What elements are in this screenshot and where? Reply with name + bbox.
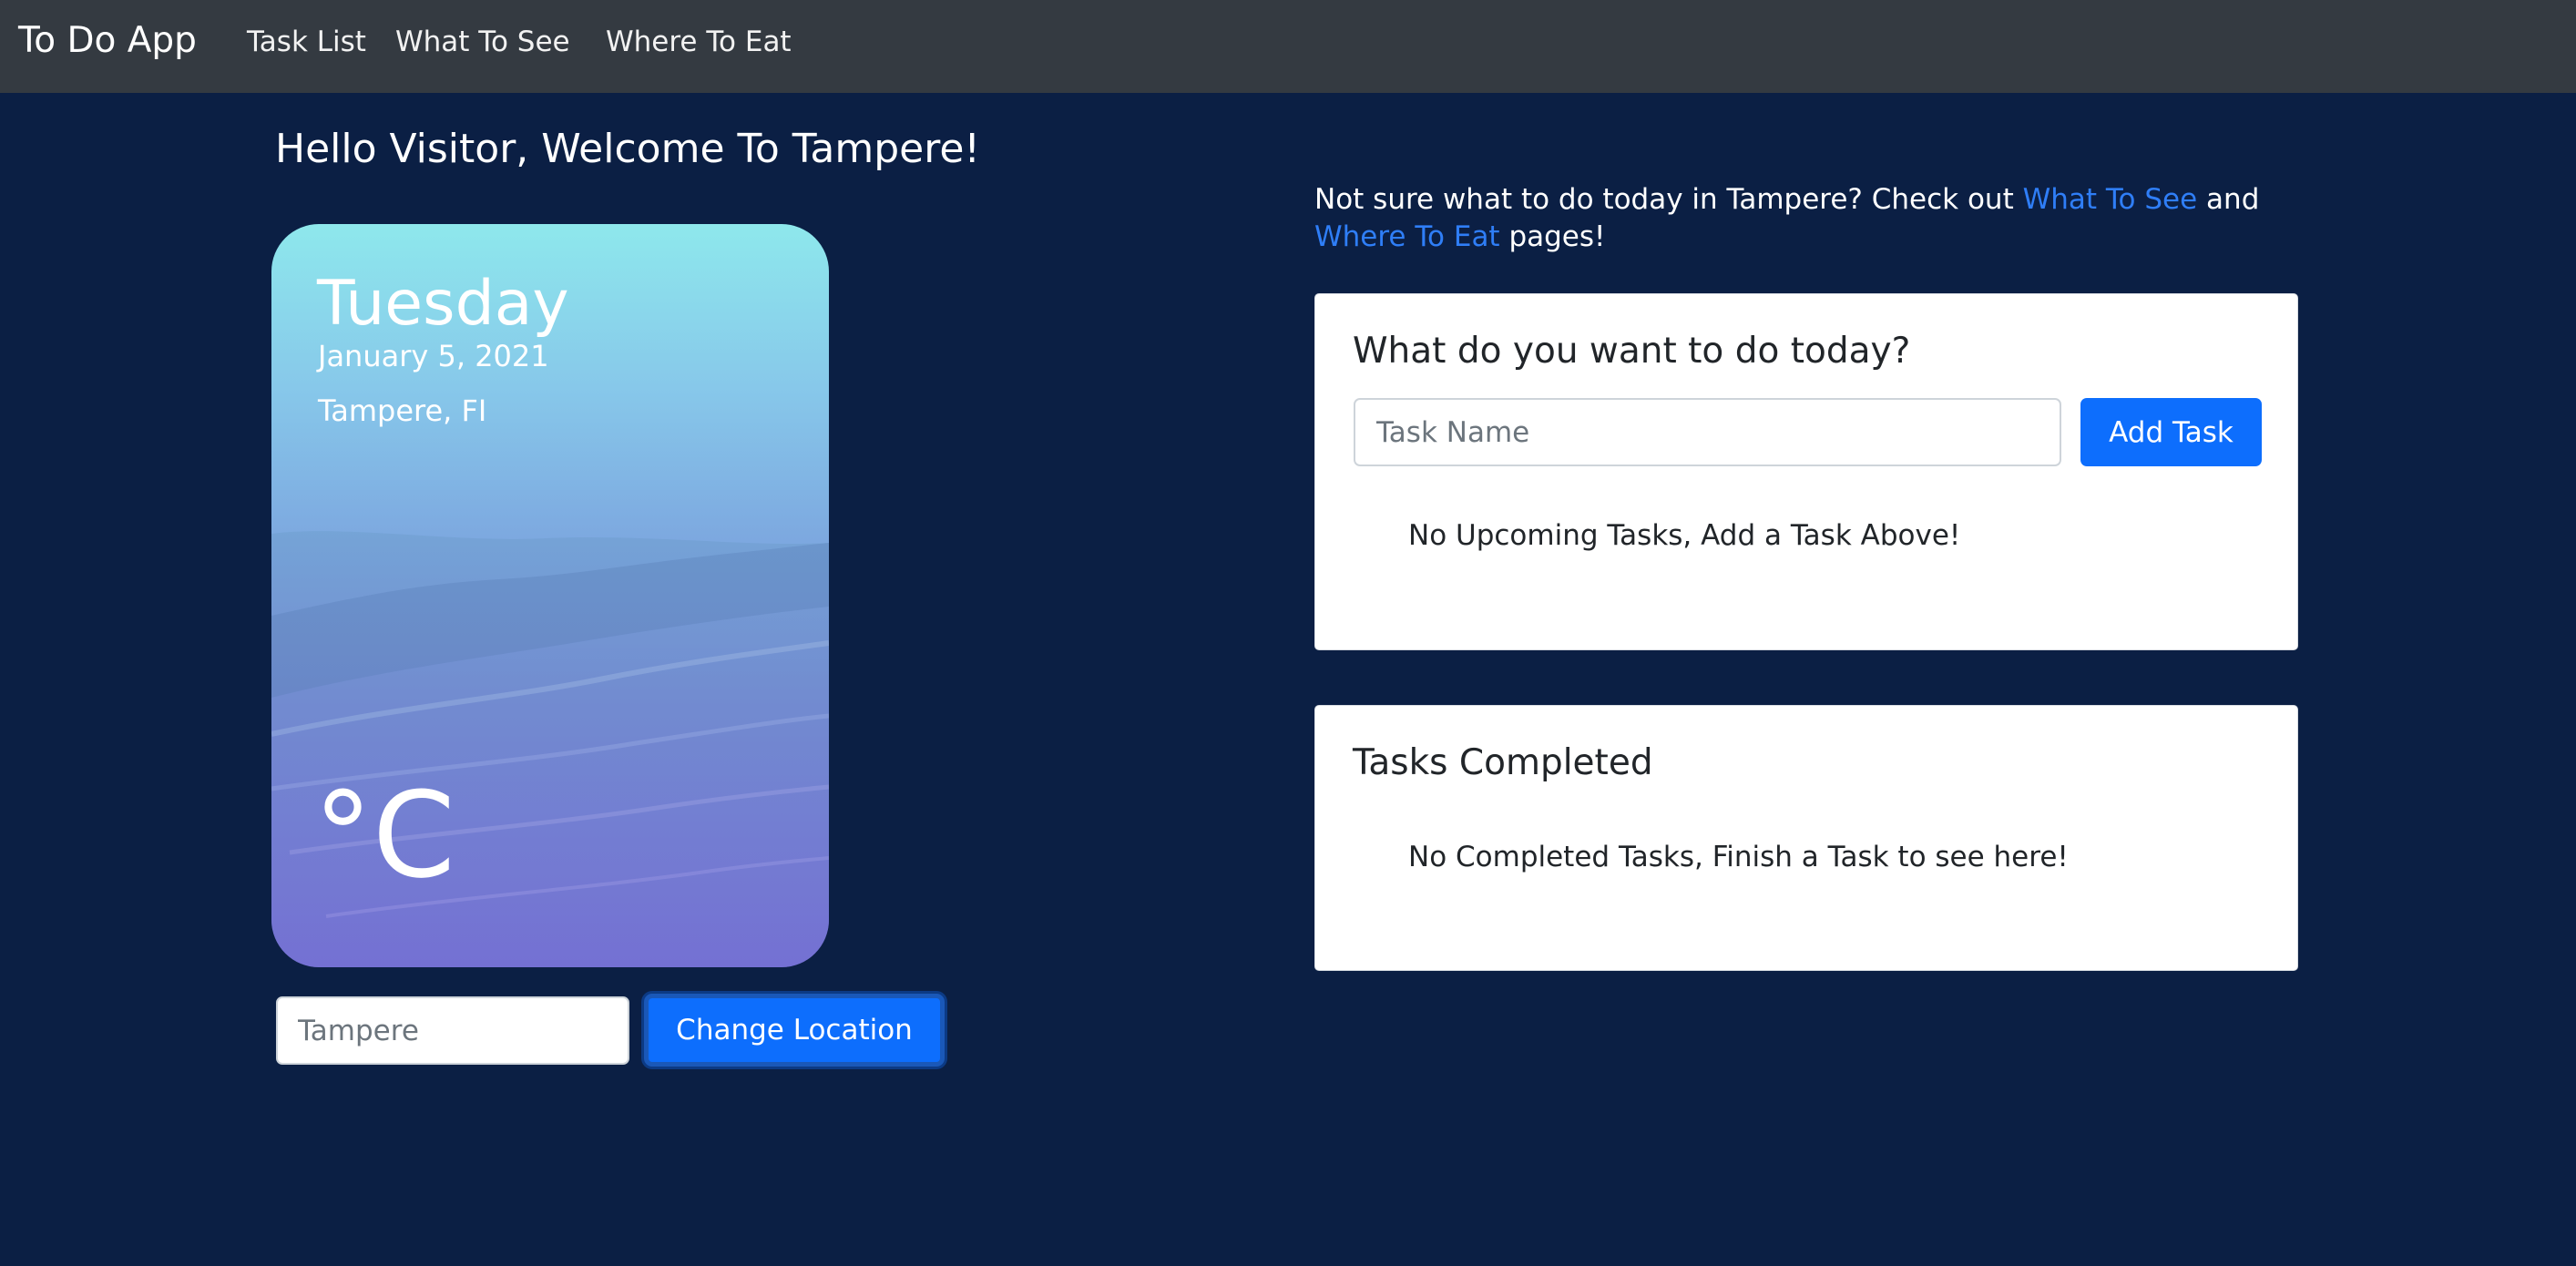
- completed-card-title: Tasks Completed: [1353, 742, 1653, 783]
- completed-card: Tasks Completed No Completed Tasks, Fini…: [1314, 705, 2298, 971]
- todo-card-title: What do you want to do today?: [1353, 331, 1911, 372]
- add-task-button[interactable]: Add Task: [2080, 398, 2262, 466]
- change-location-button[interactable]: Change Location: [644, 994, 945, 1067]
- what-to-see-link[interactable]: What To See: [2023, 183, 2198, 216]
- nav-link-where-to-eat[interactable]: Where To Eat: [606, 26, 792, 58]
- nav-link-what-to-see[interactable]: What To See: [395, 26, 570, 58]
- weather-temperature: °C: [313, 766, 455, 904]
- where-to-eat-link[interactable]: Where To Eat: [1314, 220, 1500, 253]
- intro-text-before: Not sure what to do today in Tampere? Ch…: [1314, 183, 2023, 216]
- completed-tasks-empty-message: No Completed Tasks, Finish a Task to see…: [1408, 841, 2069, 873]
- task-name-input[interactable]: [1354, 398, 2061, 466]
- weather-day: Tuesday: [317, 268, 569, 340]
- navbar: To Do App Task List What To See Where To…: [0, 0, 2576, 93]
- brand-link[interactable]: To Do App: [18, 20, 197, 61]
- upcoming-tasks-empty-message: No Upcoming Tasks, Add a Task Above!: [1408, 519, 1961, 552]
- nav-link-task-list[interactable]: Task List: [247, 26, 366, 58]
- weather-card: Tuesday January 5, 2021 Tampere, FI °C: [271, 224, 829, 967]
- weather-location: Tampere, FI: [318, 393, 487, 428]
- intro-text: Not sure what to do today in Tampere? Ch…: [1314, 181, 2316, 256]
- intro-text-after: pages!: [1499, 220, 1606, 253]
- weather-date: January 5, 2021: [318, 339, 549, 373]
- intro-text-mid: and: [2197, 183, 2260, 216]
- welcome-heading: Hello Visitor, Welcome To Tampere!: [275, 126, 981, 172]
- todo-card: What do you want to do today? Add Task N…: [1314, 293, 2298, 650]
- location-input[interactable]: [276, 996, 629, 1065]
